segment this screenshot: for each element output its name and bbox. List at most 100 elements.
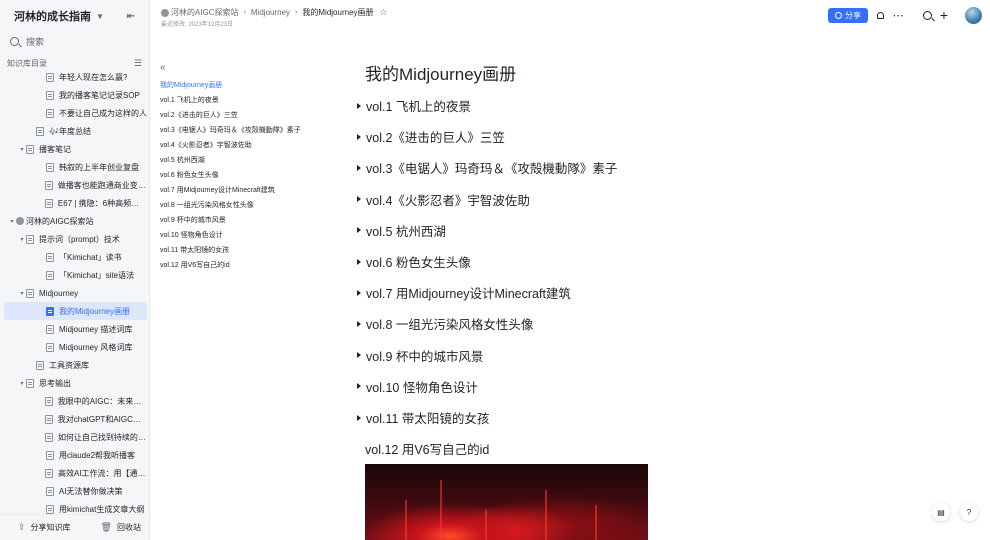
toc-item[interactable]: vol.5 杭州西湖: [160, 155, 205, 165]
section-heading[interactable]: vol.8 一组光污染风格女性头像: [357, 314, 533, 333]
sidebar-tree-item[interactable]: 「Kimichat」site语法: [4, 266, 147, 284]
sidebar-tree-item-label: 高效AI工作流：用【通义听...: [57, 468, 147, 478]
chevron-down-icon[interactable]: ▾: [18, 236, 26, 243]
toggle-triangle-icon[interactable]: [357, 352, 361, 359]
sidebar-tree-item[interactable]: AI无法替你做决策: [4, 482, 147, 500]
toc-item[interactable]: vol.6 粉色女生头像: [160, 170, 219, 180]
sidebar-tree-item[interactable]: ▾ 思考输出: [4, 374, 147, 392]
sidebar-tree-item[interactable]: 🎶年度总结: [4, 122, 147, 140]
toc-item[interactable]: vol.2《进击的巨人》三笠: [160, 110, 238, 120]
share-button[interactable]: 分享: [828, 8, 868, 23]
sidebar-tree-item-label: 工具资源库: [49, 360, 89, 370]
sidebar-search[interactable]: 搜索: [6, 32, 143, 50]
sidebar-tree-item[interactable]: Midjourney 描述词库: [4, 320, 147, 338]
collapse-sidebar-icon[interactable]: ⇤: [127, 11, 135, 22]
toc-item[interactable]: vol.8 一组光污染风格女性头像: [160, 200, 254, 210]
trash-button[interactable]: 🗑 回收站: [101, 522, 141, 533]
chevron-down-icon[interactable]: ▾: [8, 218, 16, 225]
sidebar-tree-item[interactable]: ▾ 提示词（prompt）技术: [4, 230, 147, 248]
breadcrumb-current: 我的Midjourney画册: [302, 8, 374, 17]
section-heading[interactable]: vol.5 杭州西湖: [357, 221, 446, 240]
tree-options-icon[interactable]: ☰: [134, 58, 142, 69]
chevron-down-icon[interactable]: ▾: [18, 146, 26, 153]
toc-item[interactable]: vol.1 飞机上的夜景: [160, 95, 219, 105]
sidebar-tree-item-label: 「Kimichat」读书: [59, 252, 122, 262]
document-icon: [46, 270, 54, 280]
section-heading[interactable]: vol.1 飞机上的夜景: [357, 96, 471, 115]
section-heading-text: vol.2《进击的巨人》三笠: [366, 131, 505, 146]
collapse-toc-icon[interactable]: «: [160, 62, 166, 73]
document-icon: [46, 108, 54, 118]
document-icon: [46, 450, 54, 460]
sidebar-tree-item[interactable]: 做播客也能跑通商业变现? | ...: [4, 176, 147, 194]
section-heading[interactable]: vol.9 杯中的城市风景: [357, 346, 483, 365]
toggle-triangle-icon[interactable]: [357, 227, 361, 234]
sidebar-tree-item-label: 用kimichat生成文章大纲: [59, 504, 145, 514]
breadcrumb-item[interactable]: Midjourney: [251, 8, 290, 17]
share-knowledge-base-button[interactable]: ⇪ 分享知识库: [18, 522, 71, 533]
toc-item[interactable]: vol.12 用V6写自己的id: [160, 260, 230, 270]
doc-info-button[interactable]: ▤: [932, 503, 950, 521]
search-icon: [10, 36, 19, 46]
more-button[interactable]: ⋯: [892, 9, 904, 22]
toggle-triangle-icon[interactable]: [357, 258, 361, 265]
sidebar-footer: ⇪ 分享知识库 🗑 回收站: [0, 514, 149, 540]
sidebar-tree-item[interactable]: 韩叙的上半年创业复盘: [4, 158, 147, 176]
section-heading-text: vol.1 飞机上的夜景: [366, 100, 471, 114]
section-heading[interactable]: vol.6 粉色女生头像: [357, 252, 471, 271]
chevron-down-icon[interactable]: ▾: [18, 290, 26, 297]
sidebar-tree-item[interactable]: 工具资源库: [4, 356, 147, 374]
avatar[interactable]: [965, 7, 982, 24]
toggle-triangle-icon[interactable]: [357, 414, 361, 421]
sidebar-tree-item-label: 播客笔记: [39, 144, 71, 154]
sidebar-tree-item[interactable]: Midjourney 风格词库: [4, 338, 147, 356]
sidebar-tree-item[interactable]: 如何让自己找到持续的灵感...: [4, 428, 147, 446]
sidebar-tree-item[interactable]: 「Kimichat」读书: [4, 248, 147, 266]
sidebar-tree-item[interactable]: 年轻人现在怎么赢?: [4, 68, 147, 86]
toggle-triangle-icon[interactable]: [357, 196, 361, 203]
section-heading[interactable]: vol.3《电锯人》玛奇玛＆《攻殻機動隊》素子: [357, 158, 617, 177]
section-heading[interactable]: vol.4《火影忍者》宇智波佐助: [357, 190, 530, 209]
sidebar-tree-item[interactable]: 我的Midjourney画册: [4, 302, 147, 320]
toc-item[interactable]: vol.11 带太阳镜的女孩: [160, 245, 229, 255]
document-icon: [44, 396, 53, 406]
toggle-triangle-icon[interactable]: [357, 102, 361, 109]
sidebar-tree-item[interactable]: ▾ 播客笔记: [4, 140, 147, 158]
sidebar-tree-item[interactable]: 我眼中的AIGC：未来已来，...: [4, 392, 147, 410]
help-button[interactable]: ?: [960, 503, 978, 521]
sidebar-tree-item[interactable]: 我对chatGPT和AIGC的阶段...: [4, 410, 147, 428]
sidebar-tree-item[interactable]: ▾ 河林的AIGC探索站: [4, 212, 147, 230]
sidebar-tree-item[interactable]: E67 | 携隐：6种高频职业困...: [4, 194, 147, 212]
toc-item[interactable]: vol.7 用Midjourney设计Minecraft建筑: [160, 185, 275, 195]
breadcrumb-item[interactable]: 河林的AIGC探索站: [171, 7, 239, 18]
sidebar-tree-item[interactable]: 我的播客笔记记录SOP: [4, 86, 147, 104]
star-icon[interactable]: ☆: [380, 7, 388, 18]
toggle-triangle-icon[interactable]: [357, 383, 361, 390]
sidebar-tree-item[interactable]: 不要让自己成为这样的人: [4, 104, 147, 122]
toggle-triangle-icon[interactable]: [357, 133, 361, 140]
toc-item[interactable]: vol.4《火影忍者》宇智波佐助: [160, 140, 252, 150]
notification-button[interactable]: [874, 9, 886, 21]
trash-label: 回收站: [116, 523, 141, 532]
workspace-header[interactable]: 河林的成长指南 ▼ ⇤: [0, 0, 149, 32]
toc-item[interactable]: vol.9 杯中的城市风景: [160, 215, 226, 225]
chevron-down-icon[interactable]: ▾: [18, 380, 26, 387]
section-heading-text: vol.5 杭州西湖: [366, 224, 446, 239]
toggle-triangle-icon[interactable]: [357, 320, 361, 327]
section-heading[interactable]: vol.11 带太阳镜的女孩: [357, 408, 489, 427]
toc-item[interactable]: vol.10 怪物角色设计: [160, 230, 223, 240]
toc-item[interactable]: 我的Midjourney画册: [160, 80, 222, 90]
section-heading[interactable]: vol.7 用Midjourney设计Minecraft建筑: [357, 283, 571, 302]
sidebar-tree-item-label: Midjourney: [39, 288, 79, 298]
sidebar-tree-item[interactable]: 用claude2帮我听播客: [4, 446, 147, 464]
add-button[interactable]: +: [938, 7, 950, 23]
sidebar-tree-item[interactable]: ▾ Midjourney: [4, 284, 147, 302]
toc-item[interactable]: vol.3《电锯人》玛奇玛＆《攻殻機動隊》素子: [160, 125, 301, 135]
toggle-triangle-icon[interactable]: [357, 289, 361, 296]
section-heading[interactable]: vol.2《进击的巨人》三笠: [357, 127, 505, 146]
search-button[interactable]: [921, 9, 933, 21]
section-heading[interactable]: vol.10 怪物角色设计: [357, 377, 478, 396]
sidebar-tree-item[interactable]: 高效AI工作流：用【通义听...: [4, 464, 147, 482]
document-icon: [46, 504, 54, 514]
toggle-triangle-icon[interactable]: [357, 164, 361, 171]
